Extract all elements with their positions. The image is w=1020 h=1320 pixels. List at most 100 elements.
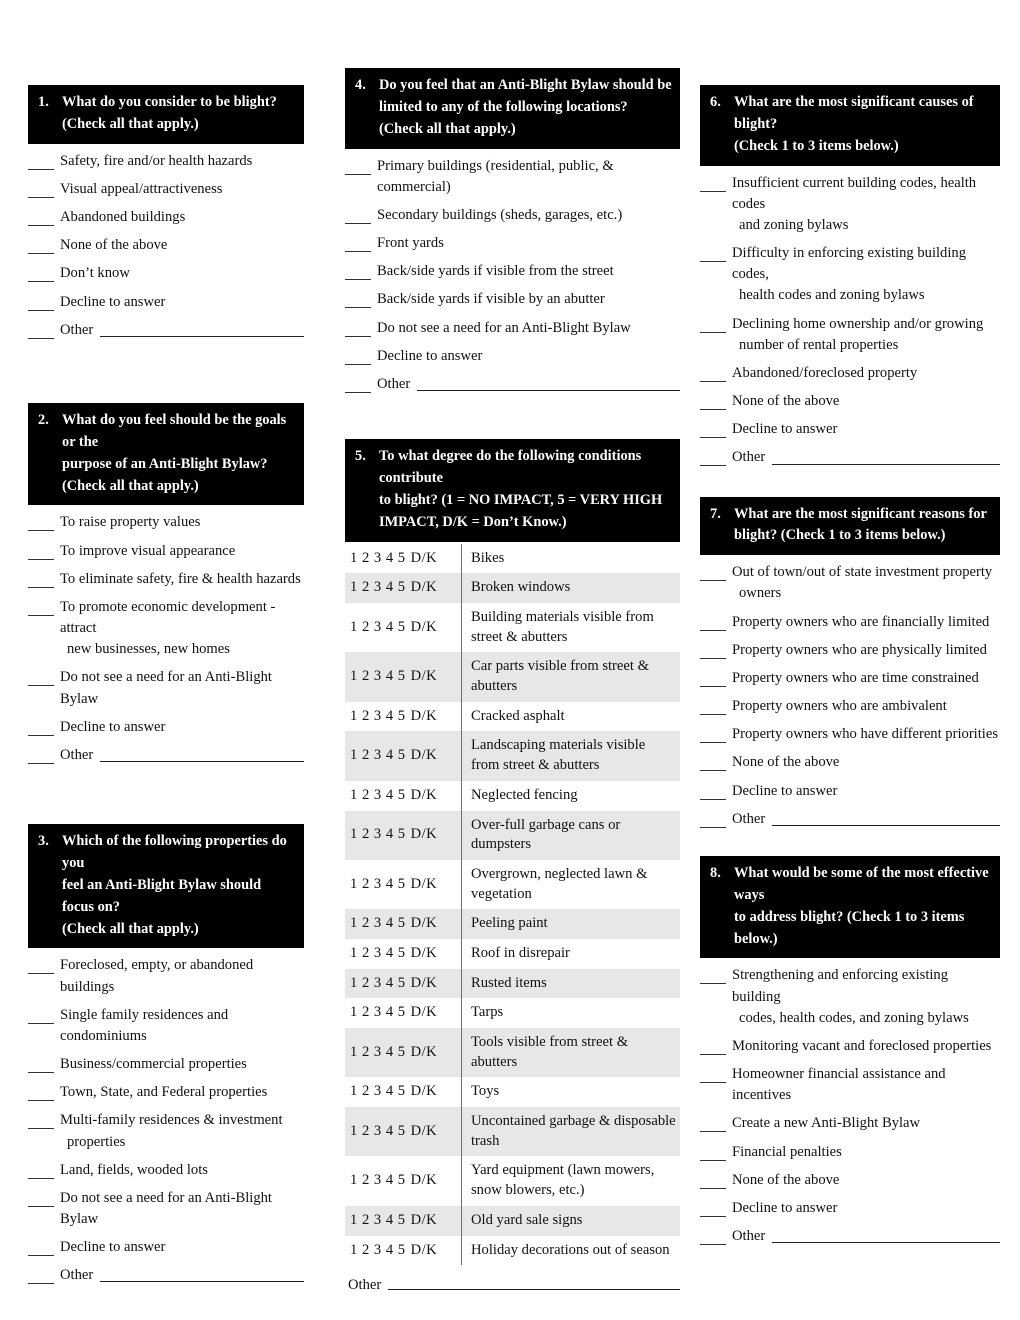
- rating-digits[interactable]: 1 2 3 4 5: [350, 579, 406, 595]
- option-item[interactable]: Create a new Anti-Blight Bylaw: [700, 1106, 1000, 1134]
- option-checkbox-blank[interactable]: [700, 1202, 726, 1217]
- option-item[interactable]: Secondary buildings (sheds, garages, etc…: [345, 198, 680, 226]
- rating-dk-option[interactable]: D/K: [411, 747, 438, 763]
- table-row[interactable]: 1 2 3 4 5 D/K Car parts visible from stree…: [345, 652, 680, 702]
- rating-scale-cell[interactable]: 1 2 3 4 5 D/K: [345, 1235, 462, 1266]
- option-checkbox-blank[interactable]: [28, 721, 54, 736]
- option-checkbox-blank[interactable]: [28, 601, 54, 616]
- rating-scale-cell[interactable]: 1 2 3 4 5 D/K: [345, 1077, 462, 1108]
- option-item[interactable]: Single family residences and condominium…: [28, 998, 304, 1047]
- option-checkbox-blank[interactable]: [28, 1269, 54, 1285]
- rating-other-row[interactable]: Other: [345, 1277, 680, 1294]
- option-checkbox-blank[interactable]: [700, 1146, 726, 1161]
- option-item[interactable]: Other: [345, 367, 680, 395]
- option-checkbox-blank[interactable]: [700, 644, 726, 659]
- option-checkbox-blank[interactable]: [700, 756, 726, 772]
- option-item[interactable]: Monitoring vacant and foreclosed propert…: [700, 1029, 1000, 1057]
- option-item[interactable]: To eliminate safety, fire & health hazar…: [28, 562, 304, 590]
- option-checkbox-blank[interactable]: [345, 209, 371, 224]
- option-write-in-line[interactable]: [772, 1232, 1000, 1244]
- option-item[interactable]: Safety, fire and/or health hazards: [28, 144, 304, 172]
- rating-dk-option[interactable]: D/K: [411, 1172, 438, 1188]
- rating-dk-option[interactable]: D/K: [411, 787, 438, 803]
- option-checkbox-blank[interactable]: [700, 728, 726, 744]
- option-item[interactable]: Abandoned/foreclosed property: [700, 356, 1000, 384]
- table-row[interactable]: 1 2 3 4 5 D/K Holiday decorations out of s…: [345, 1235, 680, 1266]
- option-item[interactable]: Decline to answer: [700, 1191, 1000, 1219]
- rating-digits[interactable]: 1 2 3 4 5: [350, 915, 406, 931]
- option-checkbox-blank[interactable]: [28, 239, 54, 255]
- option-checkbox-blank[interactable]: [28, 324, 54, 339]
- option-checkbox-blank[interactable]: [345, 265, 371, 281]
- rating-scale-cell[interactable]: 1 2 3 4 5 D/K: [345, 1028, 462, 1078]
- option-item[interactable]: Decline to answer: [28, 1230, 304, 1258]
- option-checkbox-blank[interactable]: [345, 160, 371, 175]
- rating-dk-option[interactable]: D/K: [411, 1044, 438, 1060]
- rating-digits[interactable]: 1 2 3 4 5: [350, 787, 406, 803]
- rating-scale-cell[interactable]: 1 2 3 4 5 D/K: [345, 780, 462, 811]
- option-write-in-line[interactable]: [772, 815, 1000, 826]
- rating-digits[interactable]: 1 2 3 4 5: [350, 1004, 406, 1020]
- rating-scale-cell[interactable]: 1 2 3 4 5 D/K: [345, 603, 462, 653]
- option-item[interactable]: Property owners who have different prior…: [700, 717, 1000, 745]
- rating-dk-option[interactable]: D/K: [411, 876, 438, 892]
- option-item[interactable]: Decline to answer: [700, 774, 1000, 802]
- option-item[interactable]: Abandoned buildings: [28, 200, 304, 228]
- option-checkbox-blank[interactable]: [28, 267, 54, 283]
- option-item[interactable]: Decline to answer: [700, 412, 1000, 440]
- option-checkbox-blank[interactable]: [345, 322, 371, 337]
- rating-digits[interactable]: 1 2 3 4 5: [350, 1242, 406, 1258]
- option-item[interactable]: Decline to answer: [28, 285, 304, 313]
- option-checkbox-blank[interactable]: [700, 451, 726, 467]
- option-item[interactable]: Insufficient current building codes, hea…: [700, 166, 1000, 236]
- option-checkbox-blank[interactable]: [700, 566, 726, 582]
- option-item[interactable]: Property owners who are ambivalent: [700, 689, 1000, 717]
- rating-other-write-in-line[interactable]: [388, 1279, 680, 1291]
- option-item[interactable]: Foreclosed, empty, or abandoned building…: [28, 948, 304, 997]
- option-checkbox-blank[interactable]: [700, 969, 726, 985]
- option-checkbox-blank[interactable]: [700, 1174, 726, 1189]
- rating-dk-option[interactable]: D/K: [411, 975, 438, 991]
- rating-dk-option[interactable]: D/K: [411, 915, 438, 931]
- option-item[interactable]: Primary buildings (residential, public, …: [345, 149, 680, 198]
- table-row[interactable]: 1 2 3 4 5 D/K Tarps: [345, 998, 680, 1029]
- option-item[interactable]: Do not see a need for an Anti-Blight Byl…: [28, 660, 304, 709]
- option-item[interactable]: Other: [28, 313, 304, 341]
- rating-scale-cell[interactable]: 1 2 3 4 5 D/K: [345, 1156, 462, 1206]
- option-checkbox-blank[interactable]: [28, 296, 54, 311]
- table-row[interactable]: 1 2 3 4 5 D/K Peeling paint: [345, 909, 680, 939]
- option-item[interactable]: Strengthening and enforcing existing bui…: [700, 958, 1000, 1028]
- rating-scale-cell[interactable]: 1 2 3 4 5 D/K: [345, 652, 462, 702]
- option-item[interactable]: Property owners who are physically limit…: [700, 633, 1000, 661]
- rating-scale-cell[interactable]: 1 2 3 4 5 D/K: [345, 701, 462, 732]
- rating-digits[interactable]: 1 2 3 4 5: [350, 1083, 406, 1099]
- rating-dk-option[interactable]: D/K: [411, 579, 438, 595]
- option-item[interactable]: Don’t know: [28, 256, 304, 284]
- option-checkbox-blank[interactable]: [700, 1068, 726, 1084]
- rating-scale-cell[interactable]: 1 2 3 4 5 D/K: [345, 859, 462, 910]
- rating-scale-cell[interactable]: 1 2 3 4 5 D/K: [345, 998, 462, 1029]
- rating-scale-cell[interactable]: 1 2 3 4 5 D/K: [345, 543, 462, 574]
- rating-digits[interactable]: 1 2 3 4 5: [350, 826, 406, 842]
- option-item[interactable]: Multi-family residences & investment prop…: [28, 1103, 304, 1152]
- option-item[interactable]: Do not see a need for an Anti-Blight Byl…: [28, 1181, 304, 1230]
- option-checkbox-blank[interactable]: [345, 378, 371, 393]
- table-row[interactable]: 1 2 3 4 5 D/K Over-full garbage cans or du…: [345, 810, 680, 860]
- option-item[interactable]: Declining home ownership and/or growing n…: [700, 307, 1000, 356]
- table-row[interactable]: 1 2 3 4 5 D/K Yard equipment (lawn mowers,…: [345, 1156, 680, 1206]
- option-item[interactable]: To raise property values: [28, 505, 304, 533]
- rating-scale-cell[interactable]: 1 2 3 4 5 D/K: [345, 1205, 462, 1236]
- option-item[interactable]: None of the above: [28, 228, 304, 256]
- option-item[interactable]: Property owners who are financially limi…: [700, 605, 1000, 633]
- option-checkbox-blank[interactable]: [700, 672, 726, 687]
- option-item[interactable]: Out of town/out of state investment prop…: [700, 555, 1000, 604]
- option-checkbox-blank[interactable]: [28, 749, 54, 764]
- option-checkbox-blank[interactable]: [28, 516, 54, 532]
- rating-digits[interactable]: 1 2 3 4 5: [350, 945, 406, 961]
- option-item[interactable]: Other: [28, 738, 304, 766]
- option-item[interactable]: Other: [28, 1258, 304, 1286]
- option-checkbox-blank[interactable]: [700, 177, 726, 192]
- rating-scale-cell[interactable]: 1 2 3 4 5 D/K: [345, 1107, 462, 1157]
- option-checkbox-blank[interactable]: [700, 1230, 726, 1246]
- rating-dk-option[interactable]: D/K: [411, 1004, 438, 1020]
